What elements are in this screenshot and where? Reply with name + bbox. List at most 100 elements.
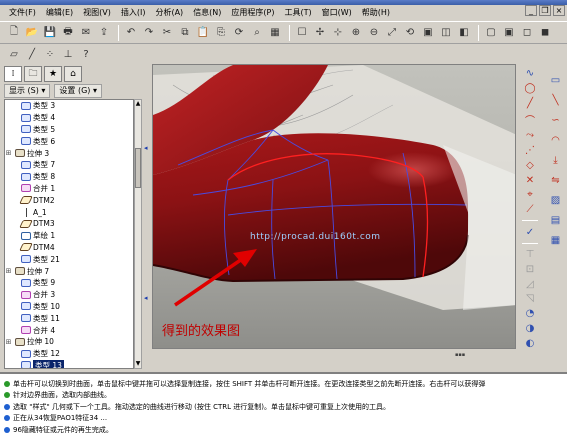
tree-scrollbar[interactable]: ▲ ▼ [134,99,142,369]
tree-item[interactable]: 类型 5 [5,124,133,136]
menu-tools[interactable]: 工具(T) [280,5,317,20]
extend-icon[interactable]: ⊡ [522,264,539,276]
arc-icon[interactable]: ╱ [522,97,539,109]
tree-item[interactable]: ⊞ 拉伸 3 [5,147,133,159]
tree-item[interactable]: 类型 9 [5,277,133,289]
no-hidden-icon[interactable]: ◻ [519,25,535,41]
tree-item[interactable]: 类型 21 [5,253,133,265]
datum-plane-icon[interactable]: ▱ [6,46,22,62]
tree-item[interactable]: 合并 1 [5,183,133,195]
blend-icon[interactable]: ▤ [547,212,564,229]
arc-tool-icon[interactable]: ⌒ [522,112,539,127]
menu-info[interactable]: 信息(N) [188,5,226,20]
refit-icon[interactable]: ⤢ [384,25,400,41]
tree-item[interactable]: 类型 6 [5,135,133,147]
graphics-viewport[interactable] [152,64,516,349]
coordinate-system-icon[interactable]: ⊥ [60,46,76,62]
scroll-down-arrow[interactable]: ▼ [135,360,141,368]
scroll-up-arrow[interactable]: ▲ [135,100,141,108]
print-icon[interactable]: 🖶 [60,25,76,41]
tree-item[interactable]: 合并 3 [5,289,133,301]
zoom-in-icon[interactable]: ⊕ [348,25,364,41]
sketch-icon[interactable]: ▭ [547,72,564,89]
regenerate-icon[interactable]: ⟳ [231,25,247,41]
selection-filter-icon[interactable]: ▦ [267,25,283,41]
menu-window[interactable]: 窗口(W) [317,5,357,20]
curve-points-icon[interactable]: ⋰ [522,145,539,157]
wrap-icon[interactable]: ◑ [522,323,539,335]
find-icon[interactable]: ⌕ [249,25,265,41]
expand-toggle-icon[interactable]: ⊞ [5,149,12,157]
datum-display-icon[interactable]: ☐ [294,25,310,41]
expand-toggle-icon[interactable]: ⊞ [5,267,12,275]
zoom-out-icon[interactable]: ⊖ [366,25,382,41]
restore-button[interactable]: ❐ [539,5,551,16]
draft-icon[interactable]: ◿ [522,278,539,290]
menu-analysis[interactable]: 分析(A) [150,5,188,20]
email-icon[interactable]: ✉ [78,25,94,41]
surface-icon[interactable]: ◇ [522,160,539,172]
round-icon[interactable]: ◔ [522,308,539,320]
wireframe-icon[interactable]: ▢ [483,25,499,41]
tree-item[interactable]: 合并 4 [5,324,133,336]
connections-tab[interactable]: ⌂ [64,66,82,82]
menu-help[interactable]: 帮助(H) [357,5,395,20]
tree-item[interactable]: 类型 8 [5,171,133,183]
offset-icon[interactable]: ◐ [522,337,539,349]
menu-view[interactable]: 视图(V) [78,5,116,20]
send-icon[interactable]: ⇪ [96,25,112,41]
connect-icon[interactable]: ✕ [522,174,539,186]
split-icon[interactable]: ⟋ [522,204,539,216]
tree-item[interactable]: 类型 3 [5,100,133,112]
tree-item[interactable]: DTM3 [5,218,133,230]
collapse-arrow-icon[interactable]: ◂ [144,144,150,152]
copy-icon[interactable]: ⧉ [177,25,193,41]
trim-icon[interactable]: ⌖ [522,189,539,201]
saved-views-icon[interactable]: ▣ [420,25,436,41]
datum-axis-icon[interactable]: ╱ [24,46,40,62]
tree-item[interactable]: 类型 10 [5,301,133,313]
menu-applications[interactable]: 应用程序(P) [226,5,279,20]
tree-item[interactable]: ⊞ 拉伸 7 [5,265,133,277]
tree-item[interactable]: 草绘 1 [5,230,133,242]
scroll-thumb[interactable] [135,148,141,188]
view-manager-icon[interactable]: ◧ [456,25,472,41]
model-tree-tab[interactable]: ⁞ [4,66,22,82]
open-file-icon[interactable]: 📂 [24,25,40,41]
table-icon[interactable]: ▦ [547,232,564,249]
spline-icon[interactable]: ∽ [547,112,564,129]
save-icon[interactable]: 💾 [42,25,58,41]
tree-item[interactable]: 类型 7 [5,159,133,171]
cut-icon[interactable]: ✂ [159,25,175,41]
fillet-icon[interactable]: ◠ [547,132,564,149]
collapse-arrow-icon[interactable]: ◂ [144,294,150,302]
style-curve-icon[interactable]: ∿ [522,68,539,80]
menu-file[interactable]: 文件(F) [4,5,41,20]
tree-item[interactable]: DTM2 [5,194,133,206]
new-file-icon[interactable]: 🗋 [6,25,22,41]
tree-item[interactable]: 类型 4 [5,112,133,124]
undo-icon[interactable]: ↶ [123,25,139,41]
close-button[interactable]: × [553,5,565,16]
datum-point-icon[interactable]: ⁘ [42,46,58,62]
settings-dropdown[interactable]: 设置 (G) ▾ [54,84,102,98]
taper-icon[interactable]: ◹ [522,293,539,305]
show-dropdown[interactable]: 显示 (S) ▾ [4,84,51,98]
hidden-line-icon[interactable]: ▣ [501,25,517,41]
reorient-icon[interactable]: ⟲ [402,25,418,41]
boundary-surface-icon[interactable]: ▨ [547,192,564,209]
tree-item[interactable]: ⊞ 拉伸 10 [5,336,133,348]
menu-insert[interactable]: 插入(I) [116,5,151,20]
circle-icon[interactable]: ◯ [522,83,539,95]
check-icon[interactable]: ✓ [522,226,539,238]
redo-icon[interactable]: ↷ [141,25,157,41]
tree-item[interactable]: A_1 [5,206,133,218]
shading-icon[interactable]: ◼ [537,25,553,41]
tree-item[interactable]: 类型 13 [5,359,133,368]
folder-browser-tab[interactable]: 🗀 [24,66,42,82]
line-icon[interactable]: ╲ [547,92,564,109]
expand-toggle-icon[interactable]: ⊞ [5,338,12,346]
menu-edit[interactable]: 编辑(E) [41,5,78,20]
navigator-splitter[interactable]: ◂ ◂ [143,64,151,370]
edit-curve-icon[interactable]: ⤳ [522,130,539,142]
